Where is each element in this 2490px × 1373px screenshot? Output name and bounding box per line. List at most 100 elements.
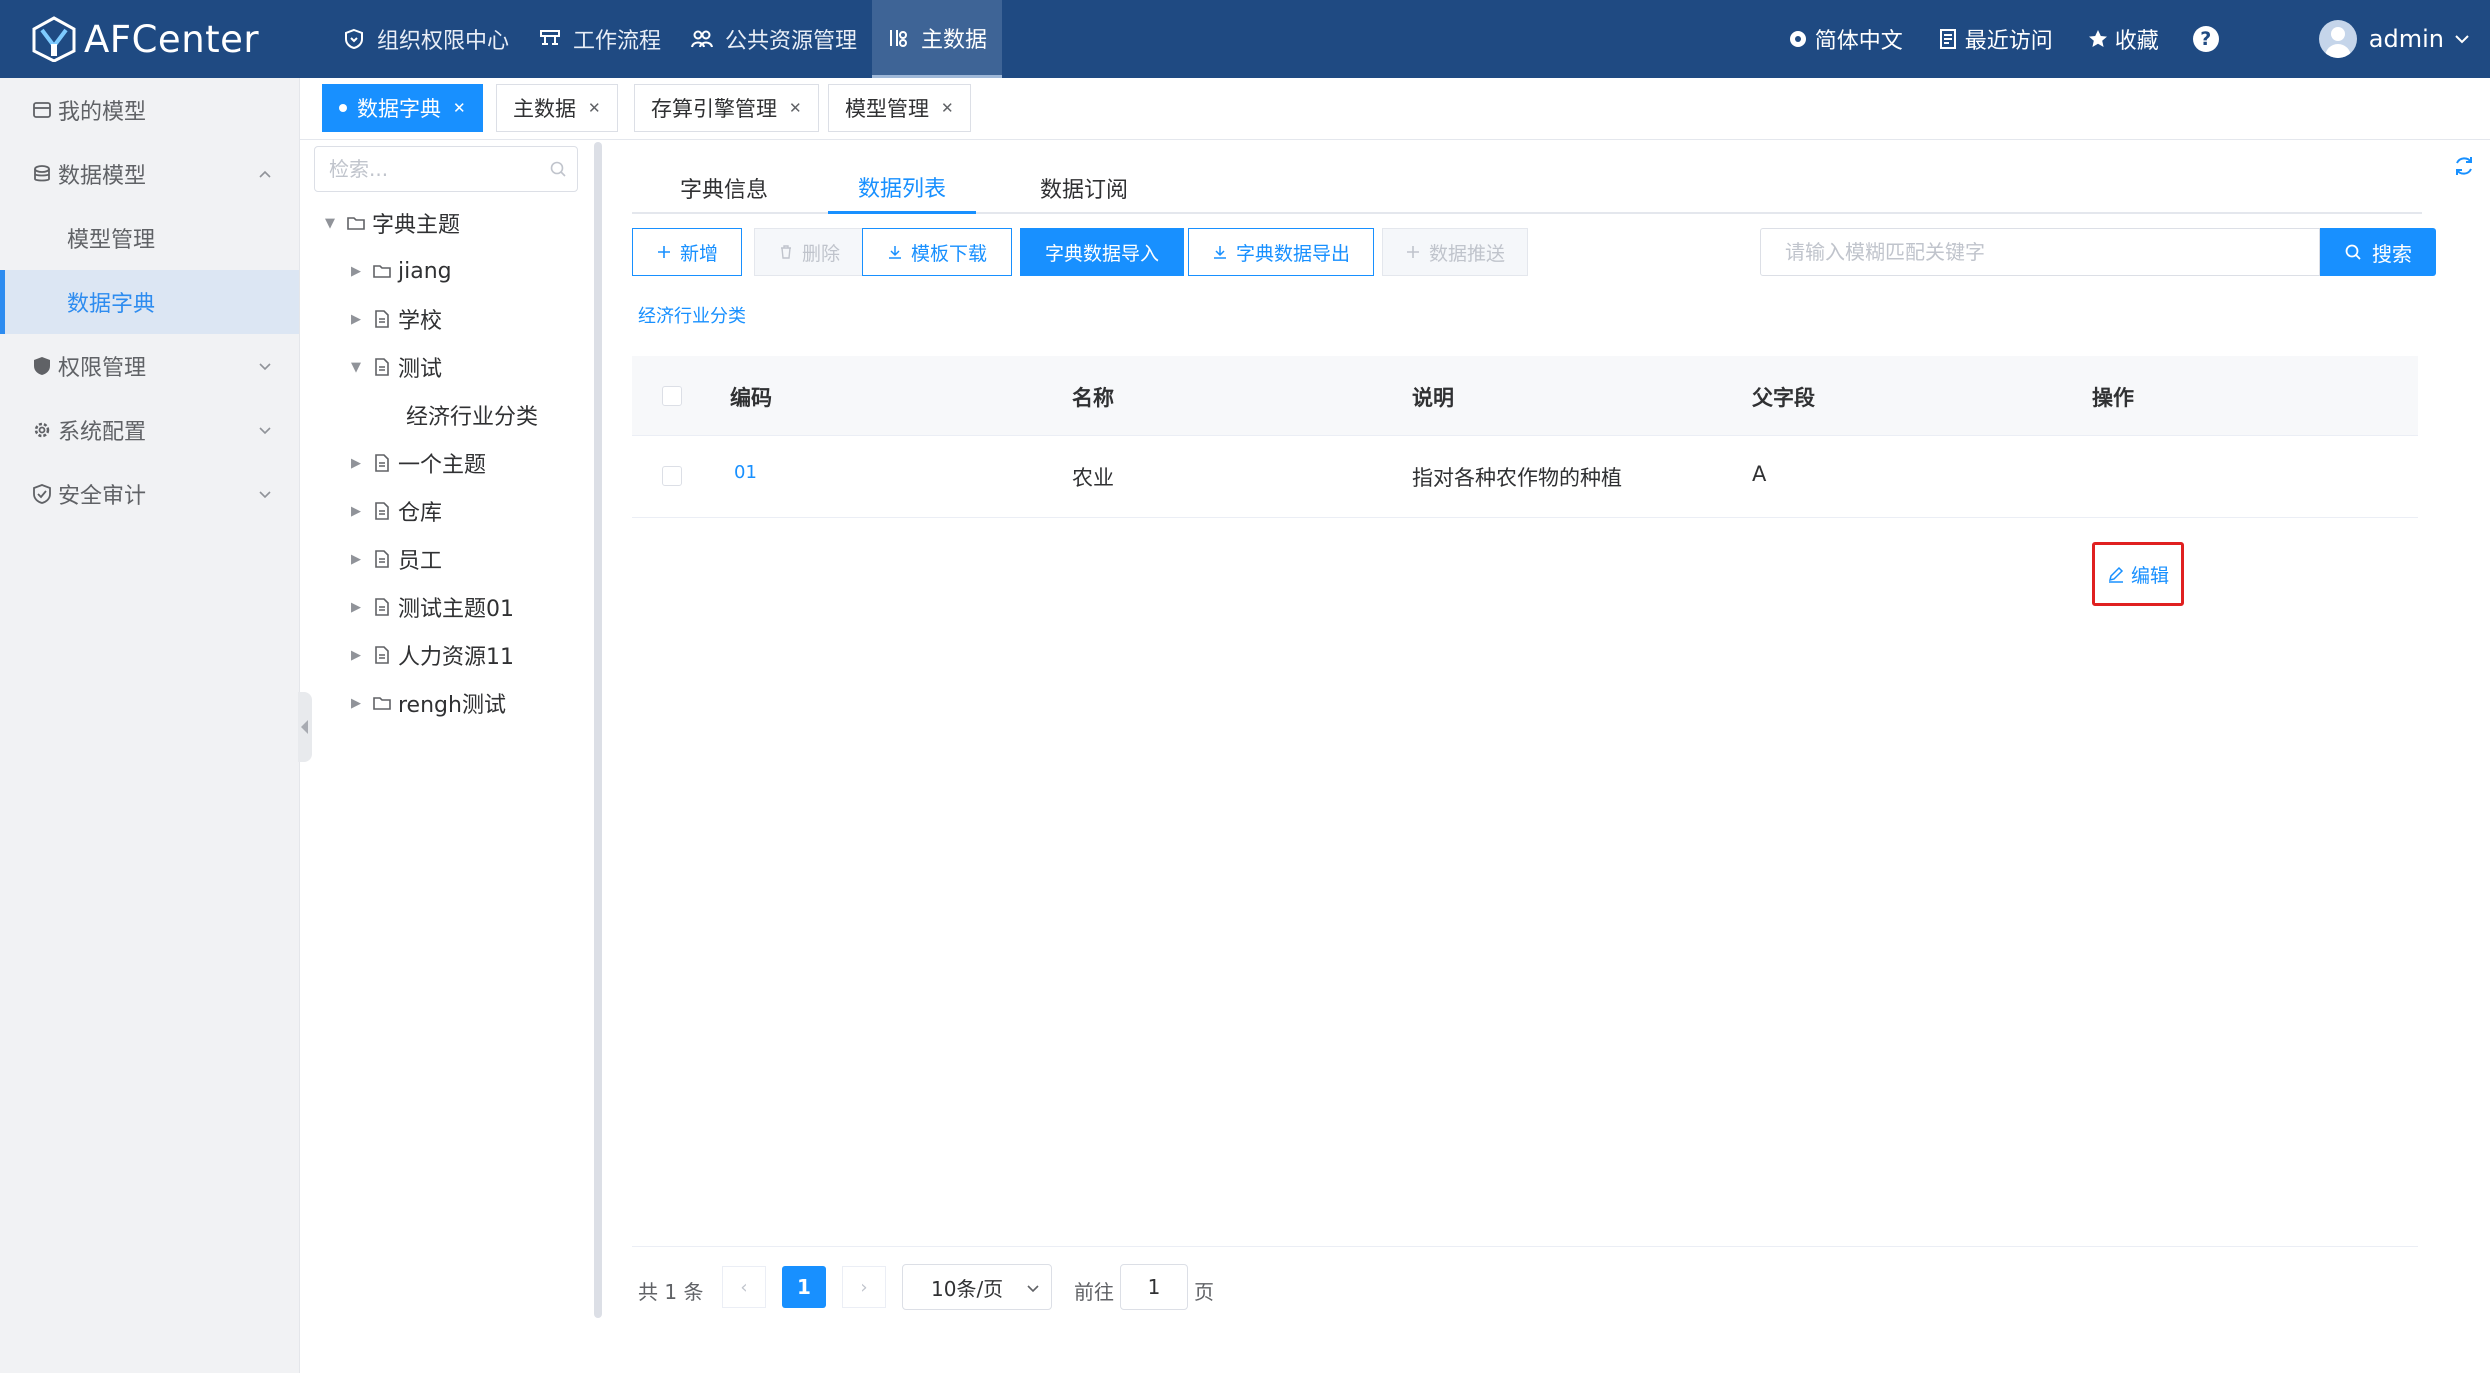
close-icon[interactable]: ✕	[789, 99, 802, 117]
topnav-org-permission[interactable]: 组织权限中心	[328, 0, 524, 78]
chevron-down-icon	[2455, 35, 2469, 44]
shield-heart-icon	[345, 28, 363, 50]
edit-button[interactable]: 编辑	[2092, 542, 2184, 606]
sidebar-item-system-config[interactable]: 系统配置	[0, 398, 299, 462]
tree-node-root[interactable]: ▼ 字典主题	[322, 208, 460, 238]
caret-right-icon[interactable]: ▶	[348, 264, 364, 279]
page-size-select[interactable]: 10条/页	[902, 1264, 1052, 1310]
folder-icon	[373, 265, 391, 278]
sidebar-item-security-audit[interactable]: 安全审计	[0, 462, 299, 526]
row-checkbox[interactable]	[662, 466, 682, 486]
keyword-search-input[interactable]: 请输入模糊匹配关键字	[1760, 228, 2320, 276]
caret-right-icon[interactable]: ▶	[348, 600, 364, 615]
page-size-value: 10条/页	[931, 1276, 1004, 1301]
current-category-link[interactable]: 经济行业分类	[638, 302, 746, 328]
caret-right-icon[interactable]: ▶	[348, 456, 364, 471]
recent-visits[interactable]: 最近访问	[1937, 23, 2053, 55]
prev-page-button[interactable]: ‹	[722, 1266, 766, 1308]
column-header-description: 说明	[1412, 386, 1454, 410]
button-label: 模板下载	[910, 242, 987, 265]
tree-node-label: 仓库	[398, 501, 443, 526]
caret-down-icon[interactable]: ▼	[322, 216, 338, 231]
tree-node[interactable]: ▶ jiang	[348, 256, 452, 286]
caret-right-icon[interactable]: ▶	[348, 696, 364, 711]
close-icon[interactable]: ✕	[453, 99, 466, 117]
sidebar-item-my-models[interactable]: 我的模型	[0, 78, 299, 142]
column-header-name: 名称	[1072, 386, 1114, 410]
dictionary-export-button[interactable]: 字典数据导出	[1188, 228, 1374, 276]
tab-data-list[interactable]: 数据列表	[828, 162, 976, 214]
user-menu[interactable]: admin	[2318, 20, 2470, 58]
caret-right-icon[interactable]: ▶	[348, 504, 364, 519]
caret-right-icon[interactable]: ▶	[348, 312, 364, 327]
delete-button[interactable]: 删除	[754, 228, 864, 276]
document-icon	[375, 550, 389, 568]
app-logo[interactable]: AFCenter	[32, 16, 259, 62]
close-icon[interactable]: ✕	[588, 99, 601, 117]
caret-down-icon[interactable]: ▼	[348, 360, 364, 375]
tag-model-management[interactable]: 模型管理 ✕	[828, 84, 971, 132]
add-button[interactable]: 新增	[632, 228, 742, 276]
tree-node[interactable]: ▶ 员工	[348, 544, 442, 574]
tab-data-subscription[interactable]: 数据订阅	[1040, 162, 1128, 214]
tree-node[interactable]: ▶ 学校	[348, 304, 442, 334]
model-icon	[33, 102, 51, 118]
flow-icon	[540, 30, 561, 45]
goto-label: 前往	[1074, 1280, 1114, 1304]
top-header: AFCenter 组织权限中心 工作流程 公共资源管理 主数据 简体中文 最近访…	[0, 0, 2490, 78]
topnav-workflow[interactable]: 工作流程	[524, 0, 676, 78]
language-label: 简体中文	[1814, 29, 1903, 54]
people-icon	[691, 30, 714, 48]
close-icon[interactable]: ✕	[941, 99, 954, 117]
tag-label: 数据字典	[357, 97, 441, 121]
tree-scrollbar[interactable]	[594, 142, 602, 1318]
tree-node[interactable]: ▼ 测试	[348, 352, 442, 382]
topnav-label: 组织权限中心	[377, 29, 510, 54]
sidebar-item-label: 安全审计	[58, 484, 147, 509]
search-button[interactable]: 搜索	[2320, 228, 2436, 276]
sidebar-item-permissions[interactable]: 权限管理	[0, 334, 299, 398]
dictionary-import-button[interactable]: 字典数据导入	[1020, 228, 1184, 276]
sidebar-item-label: 我的模型	[58, 100, 147, 125]
sidebar-subitem-model-management[interactable]: 模型管理	[0, 206, 299, 270]
edit-icon	[2108, 566, 2124, 583]
username: admin	[2368, 25, 2444, 53]
tree-node[interactable]: ▶ 仓库	[348, 496, 442, 526]
search-icon	[550, 161, 566, 177]
sidebar-subitem-data-dictionary[interactable]: 数据字典	[0, 270, 299, 334]
caret-right-icon[interactable]: ▶	[348, 648, 364, 663]
caret-right-icon[interactable]: ▶	[348, 552, 364, 567]
cell-code[interactable]: 01	[734, 462, 757, 483]
tree-node-label: 字典主题	[372, 213, 461, 238]
tree-node-label: 学校	[398, 309, 443, 334]
tree-search-placeholder: 检索...	[329, 157, 389, 181]
edit-label: 编辑	[2130, 564, 2169, 587]
refresh-icon[interactable]	[2452, 154, 2476, 178]
tree-node[interactable]: ▶ 一个主题	[348, 448, 486, 478]
tree-node[interactable]: ▶ 人力资源11	[348, 640, 514, 670]
tree-node-leaf[interactable]: 经济行业分类	[406, 400, 538, 430]
page-number-current[interactable]: 1	[782, 1266, 826, 1308]
tag-master-data[interactable]: 主数据 ✕	[496, 84, 618, 132]
next-page-button[interactable]: ›	[842, 1266, 886, 1308]
help-icon[interactable]: ?	[2192, 26, 2219, 52]
tree-search-input[interactable]: 检索...	[314, 146, 578, 192]
topnav-master-data[interactable]: 主数据	[872, 0, 1003, 78]
data-push-button[interactable]: 数据推送	[1382, 228, 1528, 276]
tag-storage-engine[interactable]: 存算引擎管理 ✕	[634, 84, 819, 132]
folder-icon	[373, 697, 391, 710]
sidebar: 我的模型 数据模型 模型管理 数据字典 权限管理 系统配置 安全审计	[0, 78, 300, 1373]
tag-data-dictionary[interactable]: 数据字典 ✕	[322, 84, 483, 132]
tree-node[interactable]: ▶ 测试主题01	[348, 592, 514, 622]
topnav-public-resources[interactable]: 公共资源管理	[676, 0, 872, 78]
header-right: 简体中文 最近访问 收藏 ? admin	[1787, 0, 2490, 78]
goto-page-input[interactable]: 1	[1120, 1264, 1188, 1310]
tab-dictionary-info[interactable]: 字典信息	[680, 162, 768, 214]
tree-node[interactable]: ▶ rengh测试	[348, 688, 506, 718]
language-switch[interactable]: 简体中文	[1787, 23, 1903, 55]
favorites[interactable]: 收藏	[2087, 23, 2159, 55]
sidebar-item-data-model[interactable]: 数据模型	[0, 142, 299, 206]
template-download-button[interactable]: 模板下载	[862, 228, 1012, 276]
tree-node-label: 测试主题01	[398, 597, 514, 622]
select-all-checkbox[interactable]	[662, 386, 682, 406]
